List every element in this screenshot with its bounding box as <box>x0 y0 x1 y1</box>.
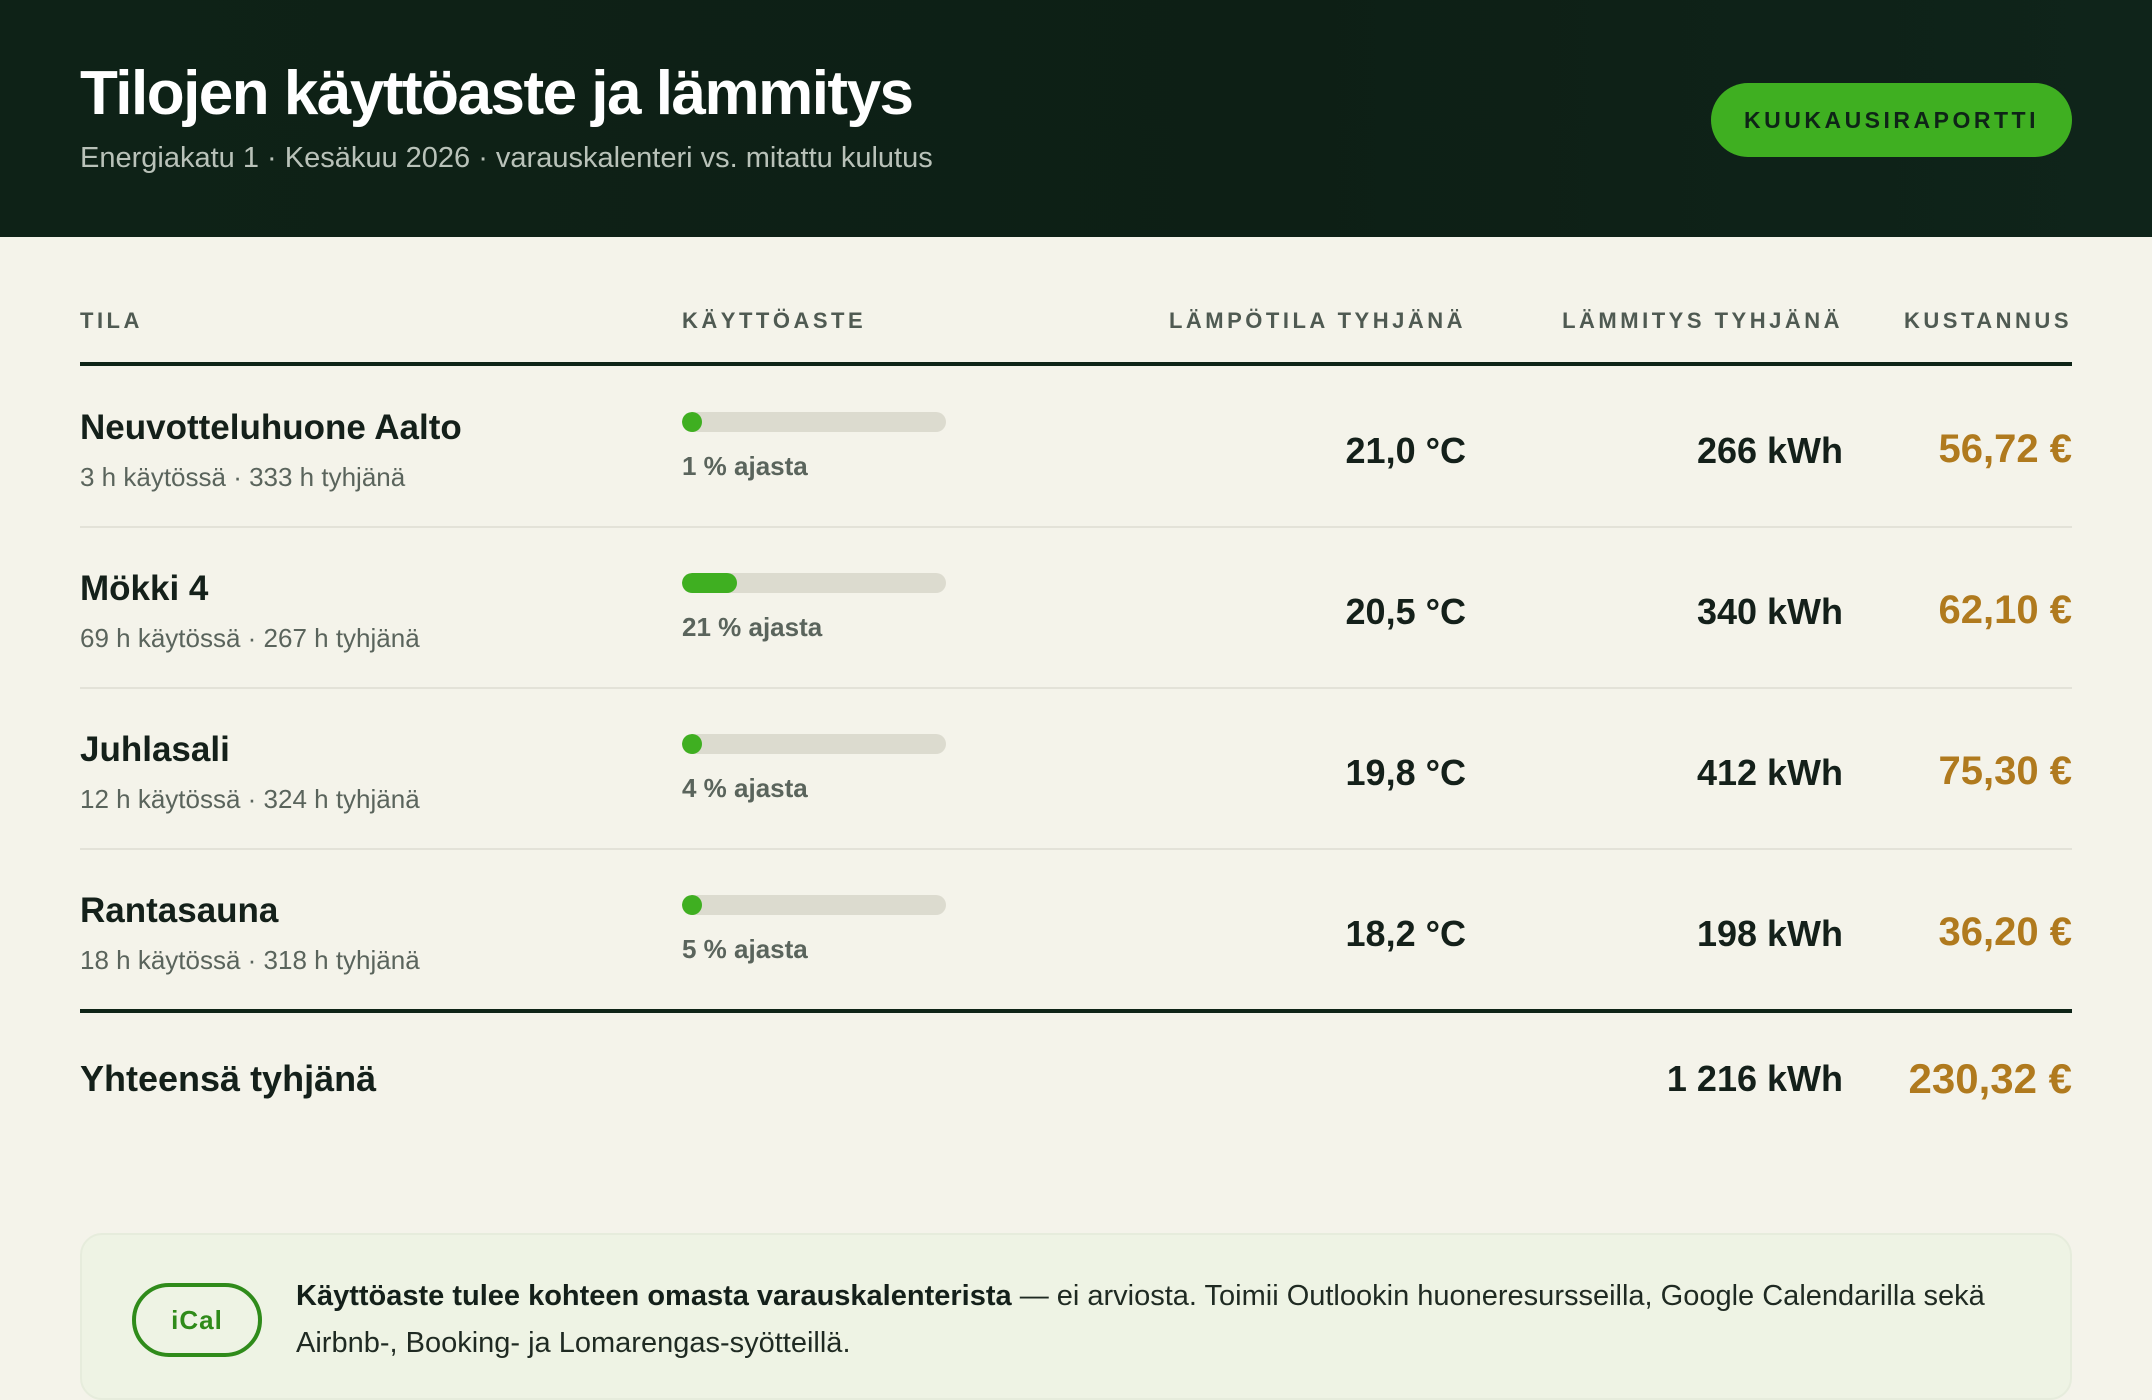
cost-value: 56,72 € <box>1938 427 2072 471</box>
temp-empty-value: 20,5 °C <box>1345 591 1466 632</box>
occupancy-bar <box>682 895 946 915</box>
occupancy-bar <box>682 734 946 754</box>
table-row: Neuvotteluhuone Aalto 3 h käytössä · 333… <box>0 366 2152 527</box>
monthly-report-button[interactable]: KUUKAUSIRAPORTTI <box>1711 83 2072 157</box>
column-header-cost: KUSTANNUS <box>1904 308 2072 333</box>
heating-empty-value: 266 kWh <box>1696 430 1843 471</box>
cost-value: 62,10 € <box>1938 588 2072 632</box>
occupancy-label: 5 % ajasta <box>682 934 808 964</box>
total-label: Yhteensä tyhjänä <box>80 1058 377 1099</box>
room-name: Mökki 4 <box>80 569 209 608</box>
heating-empty-value: 412 kWh <box>1696 752 1843 793</box>
heating-empty-value: 340 kWh <box>1696 591 1843 632</box>
table-row: Juhlasali 12 h käytössä · 324 h tyhjänä … <box>0 688 2152 849</box>
column-header-occupancy: KÄYTTÖASTE <box>682 308 867 333</box>
column-header-room: TILA <box>80 308 143 333</box>
total-divider <box>80 1009 2072 1013</box>
column-header-heating-empty: LÄMMITYS TYHJÄNÄ <box>1562 308 1843 333</box>
room-name: Neuvotteluhuone Aalto <box>80 408 462 447</box>
occupancy-label: 1 % ajasta <box>682 451 808 481</box>
table-row: Rantasauna 18 h käytössä · 318 h tyhjänä… <box>0 849 2152 1010</box>
page-title: Tilojen käyttöaste ja lämmitys <box>80 59 914 128</box>
info-note-text: Käyttöaste tulee kohteen omasta varauska… <box>296 1273 2056 1367</box>
table-row: Mökki 4 69 h käytössä · 267 h tyhjänä 21… <box>0 527 2152 688</box>
room-hours: 18 h käytössä · 318 h tyhjänä <box>80 945 420 975</box>
occupancy-bar-fill <box>682 573 738 593</box>
cost-value: 75,30 € <box>1938 749 2072 793</box>
room-name: Juhlasali <box>80 730 230 769</box>
room-hours: 3 h käytössä · 333 h tyhjänä <box>80 462 406 492</box>
heating-empty-value: 198 kWh <box>1696 913 1843 954</box>
page-header: Tilojen käyttöaste ja lämmitys Energiaka… <box>0 0 2152 237</box>
room-name: Rantasauna <box>80 891 279 930</box>
total-kwh: 1 216 kWh <box>1666 1058 1843 1099</box>
ical-badge: iCal <box>132 1283 262 1357</box>
info-note-bold: Käyttöaste tulee kohteen omasta varauska… <box>296 1280 1012 1312</box>
occupancy-label: 21 % ajasta <box>682 612 823 642</box>
occupancy-bar-fill <box>682 734 702 754</box>
room-hours: 69 h käytössä · 267 h tyhjänä <box>80 623 420 653</box>
page-subtitle: Energiakatu 1 · Kesäkuu 2026 · varauskal… <box>80 142 933 174</box>
occupancy-bar <box>682 573 946 593</box>
info-note: iCal Käyttöaste tulee kohteen omasta var… <box>80 1233 2072 1400</box>
occupancy-label: 4 % ajasta <box>682 773 808 803</box>
occupancy-bar-fill <box>682 895 702 915</box>
temp-empty-value: 21,0 °C <box>1345 430 1466 471</box>
total-cost: 230,32 € <box>1908 1055 2073 1102</box>
temp-empty-value: 19,8 °C <box>1345 752 1466 793</box>
room-hours: 12 h käytössä · 324 h tyhjänä <box>80 784 420 814</box>
column-header-temp-empty: LÄMPÖTILA TYHJÄNÄ <box>1168 308 1466 333</box>
occupancy-bar-fill <box>682 412 702 432</box>
occupancy-bar <box>682 412 946 432</box>
cost-value: 36,20 € <box>1938 910 2072 954</box>
temp-empty-value: 18,2 °C <box>1345 913 1466 954</box>
